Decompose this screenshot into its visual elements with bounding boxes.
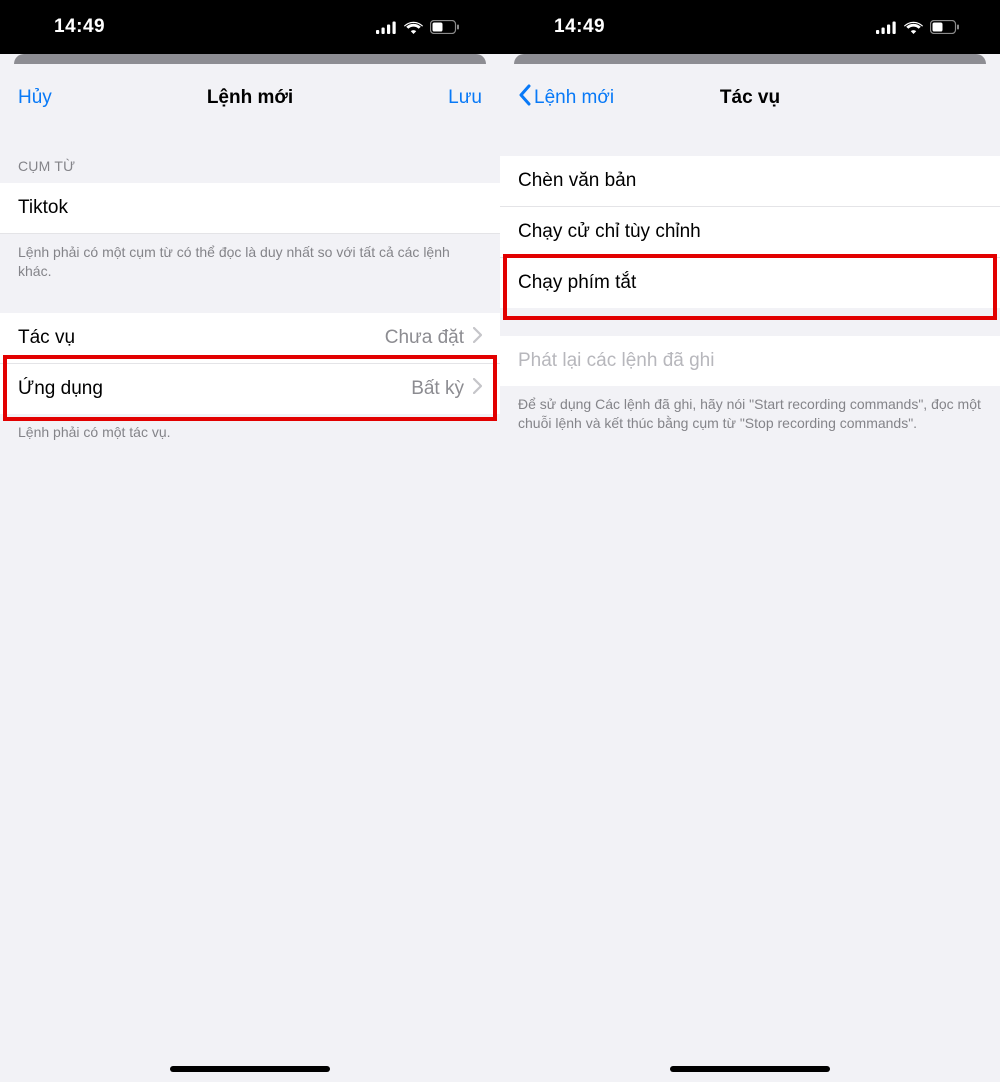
action-label: Tác vụ (18, 327, 385, 349)
nav-bar: Lệnh mới Tác vụ (500, 64, 1000, 132)
action-value: Chưa đặt (385, 327, 482, 349)
app-label: Ứng dụng (18, 378, 411, 400)
status-icons (876, 20, 960, 34)
chevron-right-icon (473, 378, 482, 400)
modal-back-layer (14, 54, 486, 64)
chevron-right-icon (473, 327, 482, 349)
home-indicator[interactable] (670, 1066, 830, 1072)
phone-right: 14:49 Lệnh mới Tác vụ (500, 0, 1000, 1082)
app-value: Bất kỳ (411, 378, 482, 400)
action-custom-gesture-label: Chạy cử chỉ tùy chỉnh (518, 221, 982, 243)
action-insert-text-row[interactable]: Chèn văn bản (500, 156, 1000, 207)
phrase-footer: Lệnh phải có một cụm từ có thể đọc là du… (0, 234, 500, 281)
status-time: 14:49 (554, 16, 605, 38)
signal-icon (876, 21, 897, 34)
home-indicator[interactable] (170, 1066, 330, 1072)
back-label: Lệnh mới (534, 87, 614, 109)
status-time: 14:49 (54, 16, 105, 38)
cancel-button[interactable]: Hủy (18, 87, 52, 109)
phrase-input-row[interactable]: Tiktok (0, 183, 500, 234)
action-replay-row[interactable]: Phát lại các lệnh đã ghi (500, 336, 1000, 386)
battery-icon (930, 20, 960, 34)
chevron-left-icon (518, 84, 531, 112)
status-bar: 14:49 (0, 0, 500, 54)
action-replay-label: Phát lại các lệnh đã ghi (518, 350, 982, 372)
wifi-icon (404, 21, 423, 34)
action-insert-text-label: Chèn văn bản (518, 170, 982, 192)
action-row[interactable]: Tác vụ Chưa đặt (0, 313, 500, 364)
back-button[interactable]: Lệnh mới (518, 84, 614, 112)
phone-left: 14:49 Hủy Lệnh mới Lưu CỤM TỪ Tiktok Lện… (0, 0, 500, 1082)
action-shortcut-row[interactable]: Chạy phím tắt (500, 258, 1000, 308)
app-row[interactable]: Ứng dụng Bất kỳ (0, 364, 500, 414)
modal-content: Lệnh mới Tác vụ Chèn văn bản Chạy cử chỉ… (500, 64, 1000, 1082)
nav-bar: Hủy Lệnh mới Lưu (0, 64, 500, 132)
nav-title: Tác vụ (720, 87, 780, 109)
save-button[interactable]: Lưu (448, 87, 482, 109)
nav-title: Lệnh mới (207, 87, 293, 109)
phrase-value: Tiktok (18, 197, 482, 219)
battery-icon (430, 20, 460, 34)
action-custom-gesture-row[interactable]: Chạy cử chỉ tùy chỉnh (500, 207, 1000, 258)
action-shortcut-label: Chạy phím tắt (518, 272, 982, 294)
status-icons (376, 20, 460, 34)
wifi-icon (904, 21, 923, 34)
signal-icon (376, 21, 397, 34)
modal-back-layer (514, 54, 986, 64)
status-bar: 14:49 (500, 0, 1000, 54)
replay-footer: Để sử dụng Các lệnh đã ghi, hãy nói "Sta… (500, 386, 1000, 433)
action-footer: Lệnh phải có một tác vụ. (0, 414, 500, 442)
modal-content: Hủy Lệnh mới Lưu CỤM TỪ Tiktok Lệnh phải… (0, 64, 500, 1082)
section-header-phrase: CỤM TỪ (0, 132, 500, 183)
